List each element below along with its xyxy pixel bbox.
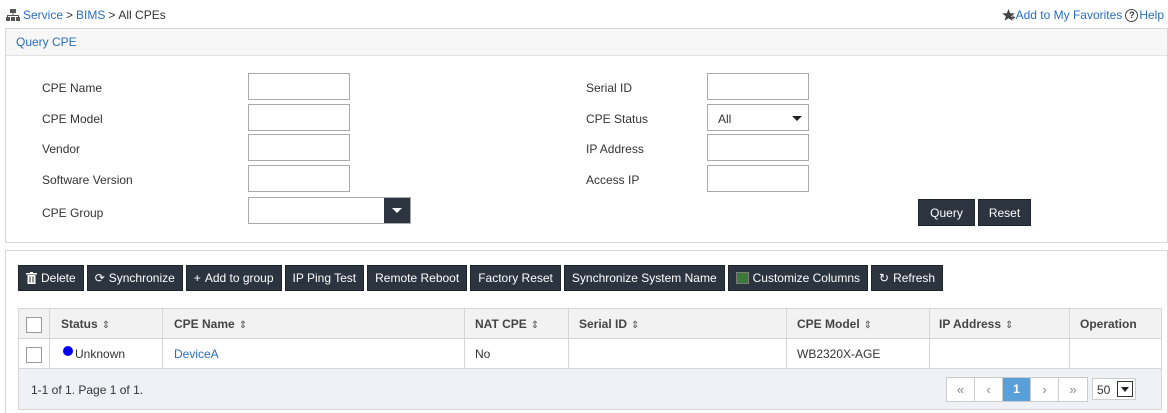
column-cpe-model[interactable]: CPE Model ⇕	[797, 309, 872, 339]
ip-ping-test-button[interactable]: IP Ping Test	[284, 265, 365, 291]
top-bar: Service > BIMS > All CPEs Add to My Favo…	[0, 0, 1168, 28]
network-icon	[6, 9, 20, 21]
sort-icon: ⇕	[530, 320, 540, 331]
sort-icon: ⇕	[238, 320, 248, 331]
breadcrumb-separator: >	[108, 8, 116, 22]
vendor-input[interactable]	[248, 134, 350, 161]
column-operation: Operation	[1080, 317, 1137, 331]
synchronize-button[interactable]: ⟳ Synchronize	[86, 265, 183, 291]
columns-icon	[735, 272, 749, 284]
add-to-favorites-link[interactable]: Add to My Favorites	[1016, 8, 1123, 22]
row-nat-cpe: No	[475, 347, 491, 361]
breadcrumb-current: All CPEs	[118, 8, 166, 22]
cpe-list-panel: Delete ⟳ Synchronize + Add to group IP P…	[5, 250, 1168, 413]
delete-button[interactable]: Delete	[18, 265, 84, 291]
help-icon[interactable]: ?	[1125, 8, 1139, 22]
top-links: Add to My Favorites ? Help	[1001, 8, 1164, 22]
add-to-group-button[interactable]: + Add to group	[185, 265, 282, 291]
chevron-down-icon[interactable]	[384, 198, 410, 223]
query-panel-title: Query CPE	[6, 29, 1167, 56]
breadcrumb-service[interactable]: Service	[23, 8, 63, 22]
last-page-icon[interactable]: »	[1059, 378, 1087, 401]
page-size-select[interactable]: 50	[1092, 378, 1136, 400]
delete-label: Delete	[41, 271, 76, 285]
cpe-model-label: CPE Model	[42, 112, 103, 126]
page-size-value: 50	[1097, 383, 1111, 397]
cpe-name-label: CPE Name	[42, 81, 103, 95]
row-cpe-model: WB2320X-AGE	[797, 347, 881, 361]
reset-button[interactable]: Reset	[978, 199, 1031, 226]
add-to-group-label: Add to group	[204, 271, 274, 285]
sort-icon: ⇕	[631, 320, 640, 331]
help-link[interactable]: Help	[1139, 8, 1164, 22]
cpe-name-input[interactable]	[248, 73, 350, 100]
synchronize-system-name-button[interactable]: Synchronize System Name	[563, 265, 725, 291]
cpe-group-label: CPE Group	[42, 206, 104, 220]
factory-reset-button[interactable]: Factory Reset	[470, 265, 561, 291]
column-ip-address[interactable]: IP Address ⇕	[939, 309, 1013, 339]
status-dot-icon	[63, 346, 73, 356]
prev-page-icon[interactable]: ‹	[975, 378, 1003, 401]
row-status: Unknown	[63, 339, 125, 369]
breadcrumb: Service > BIMS > All CPEs	[6, 8, 169, 22]
row-cpe-name-link[interactable]: DeviceA	[174, 339, 219, 369]
cpe-status-select[interactable]: All	[707, 104, 809, 131]
toolbar: Delete ⟳ Synchronize + Add to group IP P…	[18, 265, 946, 291]
caret-down-icon	[792, 116, 802, 121]
sort-icon: ⇕	[101, 320, 111, 331]
sync-icon: ⟳	[94, 271, 105, 285]
serial-id-label: Serial ID	[586, 81, 633, 95]
first-page-icon[interactable]: «	[947, 378, 975, 401]
serial-id-input[interactable]	[707, 73, 809, 100]
ip-address-label: IP Address	[586, 142, 644, 156]
next-page-icon[interactable]: ›	[1031, 378, 1059, 401]
access-ip-label: Access IP	[586, 173, 640, 187]
favorite-star-icon	[1001, 9, 1015, 21]
refresh-label: Refresh	[893, 271, 936, 285]
breadcrumb-separator: >	[66, 8, 74, 22]
row-checkbox[interactable]	[26, 347, 42, 363]
access-ip-input[interactable]	[707, 165, 809, 192]
vendor-label: Vendor	[42, 142, 81, 156]
column-cpe-name[interactable]: CPE Name ⇕	[174, 309, 247, 339]
cpe-group-select[interactable]	[248, 197, 411, 224]
refresh-button[interactable]: ↻ Refresh	[871, 265, 944, 291]
select-all-checkbox[interactable]	[26, 317, 42, 333]
plus-icon: +	[193, 271, 201, 285]
table-header: Status ⇕ CPE Name ⇕ NAT CPE ⇕ Serial ID ⇕ CP…	[19, 309, 1161, 339]
breadcrumb-bims[interactable]: BIMS	[76, 8, 105, 22]
customize-columns-button[interactable]: Customize Columns	[727, 265, 868, 291]
trash-icon	[26, 272, 37, 284]
cpe-status-label: CPE Status	[586, 112, 649, 126]
table-row[interactable]: Unknown DeviceA No WB2320X-AGE	[19, 339, 1161, 369]
software-version-input[interactable]	[248, 165, 350, 192]
column-serial-id[interactable]: Serial ID ⇕	[579, 309, 639, 339]
ip-address-input[interactable]	[707, 134, 809, 161]
cpe-model-input[interactable]	[248, 104, 350, 131]
column-status[interactable]: Status ⇕	[61, 309, 110, 339]
refresh-icon: ↻	[879, 271, 890, 285]
query-panel: Query CPE CPE Name CPE Model Vendor Soft…	[5, 28, 1168, 243]
column-nat-cpe[interactable]: NAT CPE ⇕	[475, 309, 539, 339]
cpe-status-value: All	[718, 112, 732, 126]
software-version-label: Software Version	[42, 173, 133, 187]
customize-columns-label: Customize Columns	[752, 271, 860, 285]
chevron-down-icon	[1117, 381, 1133, 397]
table-footer: 1-1 of 1. Page 1 of 1. « ‹ 1 › » 50	[19, 369, 1161, 409]
query-button[interactable]: Query	[918, 199, 975, 226]
remote-reboot-button[interactable]: Remote Reboot	[367, 265, 468, 291]
cpe-table: Status ⇕ CPE Name ⇕ NAT CPE ⇕ Serial ID ⇕ CP…	[18, 308, 1162, 410]
pagination-info: 1-1 of 1. Page 1 of 1.	[31, 383, 144, 397]
sort-icon: ⇕	[1005, 320, 1014, 331]
synchronize-label: Synchronize	[108, 271, 175, 285]
pagination: « ‹ 1 › »	[946, 377, 1088, 402]
page-button[interactable]: 1	[1003, 378, 1031, 401]
sort-icon: ⇕	[863, 320, 873, 331]
